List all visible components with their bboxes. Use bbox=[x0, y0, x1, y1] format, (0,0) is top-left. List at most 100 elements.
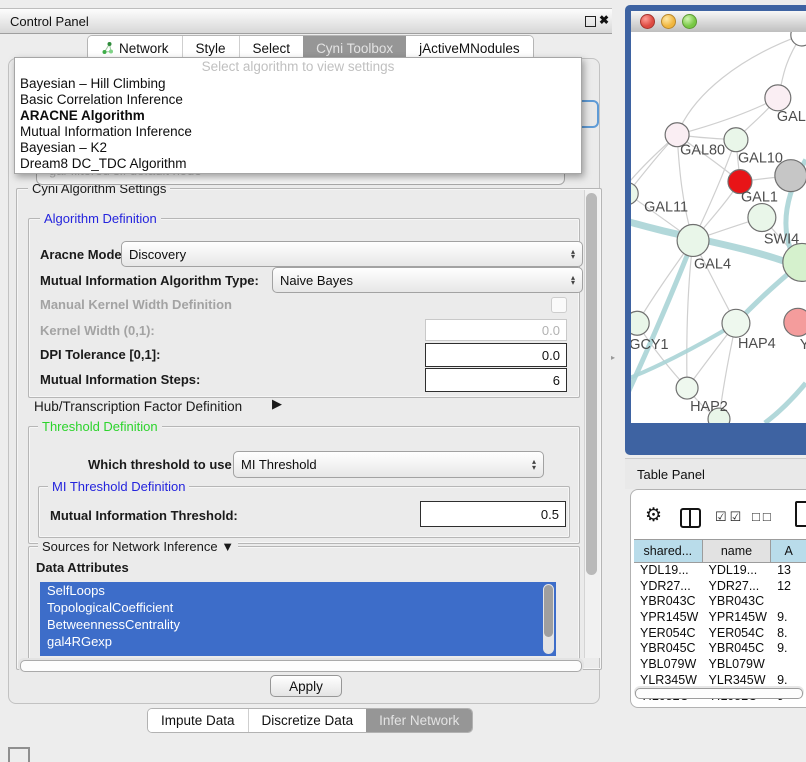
zoom-traffic-light-icon[interactable] bbox=[682, 14, 697, 29]
collapsed-panel-icon[interactable] bbox=[8, 747, 30, 762]
gear-icon[interactable]: ⚙ bbox=[645, 504, 662, 527]
combo-spinner-icon: ▴▾ bbox=[532, 459, 536, 470]
algorithm-option-bayesian-k2[interactable]: Bayesian – K2 bbox=[15, 140, 581, 156]
table-row[interactable]: YBR043CYBR043C bbox=[634, 594, 806, 610]
settings-vscrollbar-thumb[interactable] bbox=[586, 193, 597, 575]
combo-spinner-icon: ▴▾ bbox=[571, 275, 575, 286]
table-cell bbox=[771, 657, 806, 673]
table-cell: YPR145W bbox=[703, 610, 772, 626]
node-label: SWI4 bbox=[764, 231, 799, 247]
attribute-item-betweennesscentrality[interactable]: BetweennessCentrality bbox=[40, 616, 556, 633]
table-panel-title: Table Panel bbox=[637, 467, 705, 482]
algorithm-option-bayesian-hill-climbing[interactable]: Bayesian – Hill Climbing bbox=[15, 76, 581, 92]
table-cell: 8. bbox=[771, 626, 806, 642]
table-row[interactable]: YBL079WYBL079W bbox=[634, 657, 806, 673]
algorithm-option-mutual-information-inference[interactable]: Mutual Information Inference bbox=[15, 124, 581, 140]
network-node-gal4[interactable] bbox=[677, 225, 709, 257]
dpi-tolerance-label: DPI Tolerance [0,1]: bbox=[40, 347, 160, 362]
splitter-handle[interactable]: ▸ bbox=[611, 353, 615, 362]
algorithm-dropdown-popup: Select algorithm to view settings Bayesi… bbox=[14, 57, 582, 174]
which-threshold-value: MI Threshold bbox=[241, 457, 317, 472]
network-node-gal[interactable] bbox=[765, 85, 791, 111]
combo-spinner-icon: ▴▾ bbox=[571, 249, 575, 260]
table-cell: YER054C bbox=[703, 626, 772, 642]
column-header-a[interactable]: A bbox=[771, 540, 806, 562]
node-label: GAL11 bbox=[644, 200, 688, 216]
attribute-item-topologicalcoefficient[interactable]: TopologicalCoefficient bbox=[40, 599, 556, 616]
data-attributes-list: SelfLoopsTopologicalCoefficientBetweenne… bbox=[40, 582, 556, 656]
hub-expand-arrow-icon[interactable]: ▶ bbox=[272, 396, 282, 412]
table-cell: YBL079W bbox=[634, 657, 703, 673]
minimize-traffic-light-icon[interactable] bbox=[661, 14, 676, 29]
tab-label: Select bbox=[253, 41, 291, 56]
algorithm-option-aracne-algorithm[interactable]: ARACNE Algorithm bbox=[15, 108, 581, 124]
table-row[interactable]: YDR27...YDR27...12 bbox=[634, 579, 806, 595]
table-row[interactable]: YPR145WYPR145W9. bbox=[634, 610, 806, 626]
algorithm-definition-title: Algorithm Definition bbox=[40, 211, 161, 226]
node-label: GAL80 bbox=[680, 143, 725, 159]
tab-infer-network[interactable]: Infer Network bbox=[366, 709, 472, 732]
float-window-icon[interactable] bbox=[585, 16, 596, 27]
apply-button[interactable]: Apply bbox=[270, 675, 342, 697]
kernel-width-label: Kernel Width (0,1): bbox=[40, 323, 155, 338]
aracne-mode-label: Aracne Mode: bbox=[40, 247, 126, 262]
new-table-icon[interactable] bbox=[795, 501, 806, 527]
column-header-shared[interactable]: shared... bbox=[634, 540, 703, 562]
tab-label: Style bbox=[196, 41, 226, 56]
table-cell: YBR043C bbox=[634, 594, 703, 610]
mi-steps-field[interactable] bbox=[425, 368, 567, 392]
network-canvas[interactable]: GALGAL80GAL10GAL1GAL11SWI4GAL4GCY1HAP4YH… bbox=[631, 32, 806, 423]
network-node-gcy1[interactable] bbox=[631, 311, 649, 335]
kernel-width-field[interactable] bbox=[425, 319, 567, 341]
node-table: shared...nameA YDL19...YDL19...13YDR27..… bbox=[634, 539, 806, 704]
tab-impute-data[interactable]: Impute Data bbox=[148, 709, 248, 732]
network-node-gal11[interactable] bbox=[631, 183, 638, 205]
close-traffic-light-icon[interactable] bbox=[640, 14, 655, 29]
mi-algorithm-type-value: Naive Bayes bbox=[280, 273, 353, 288]
sources-group-title: Sources for Network Inference ▼ bbox=[38, 539, 238, 554]
network-node-hap2[interactable] bbox=[676, 377, 698, 399]
threshold-definition-title: Threshold Definition bbox=[38, 419, 162, 434]
table-row[interactable]: YER054CYER054C8. bbox=[634, 626, 806, 642]
mi-threshold-field[interactable] bbox=[420, 501, 566, 527]
manual-kernel-width-label: Manual Kernel Width Definition bbox=[40, 297, 232, 312]
dpi-tolerance-field[interactable] bbox=[425, 343, 567, 367]
control-panel-titlebar: Control Panel ✖ bbox=[0, 8, 612, 34]
table-cell: YBR045C bbox=[703, 641, 772, 657]
network-node[interactable] bbox=[791, 32, 806, 46]
table-row[interactable]: YDL19...YDL19...13 bbox=[634, 563, 806, 579]
manual-kernel-width-checkbox[interactable] bbox=[551, 297, 567, 313]
which-threshold-combo[interactable]: MI Threshold ▴▾ bbox=[233, 451, 544, 478]
algorithm-options-list: Bayesian – Hill ClimbingBasic Correlatio… bbox=[15, 76, 581, 172]
algorithm-option-dream8-dc-tdc-algorithm[interactable]: Dream8 DC_TDC Algorithm bbox=[15, 156, 581, 172]
settings-hscrollbar-thumb[interactable] bbox=[20, 660, 582, 672]
algorithm-option-basic-correlation-inference[interactable]: Basic Correlation Inference bbox=[15, 92, 581, 108]
column-view-icon[interactable] bbox=[680, 508, 701, 528]
network-node-y[interactable] bbox=[784, 308, 806, 336]
tab-label: Infer Network bbox=[379, 713, 459, 728]
show-columns-icon[interactable]: ☑☑ bbox=[715, 509, 744, 525]
column-header-name[interactable]: name bbox=[703, 540, 772, 562]
network-node-hap4[interactable] bbox=[722, 309, 750, 337]
mi-algorithm-type-combo[interactable]: Naive Bayes ▴▾ bbox=[272, 267, 583, 293]
tab-label: Network bbox=[119, 41, 169, 56]
aracne-mode-combo[interactable]: Discovery ▴▾ bbox=[121, 241, 583, 267]
close-icon[interactable]: ✖ bbox=[597, 13, 611, 27]
screen: Control Panel ✖ NetworkStyleSelectCyni T… bbox=[0, 0, 806, 762]
mi-threshold-definition-title: MI Threshold Definition bbox=[48, 479, 189, 494]
table-cell: YDR27... bbox=[634, 579, 703, 595]
table-cell: YDR27... bbox=[703, 579, 772, 595]
hide-columns-icon[interactable]: □□ bbox=[752, 509, 774, 524]
network-node-swi4[interactable] bbox=[748, 204, 776, 232]
attribute-item-gal4rgexp[interactable]: gal4RGexp bbox=[40, 633, 556, 650]
network-icon bbox=[101, 41, 114, 55]
table-cell: YPR145W bbox=[634, 610, 703, 626]
network-node-gal10[interactable] bbox=[724, 128, 748, 152]
tab-discretize-data[interactable]: Discretize Data bbox=[248, 709, 367, 732]
attributes-scrollbar-thumb[interactable] bbox=[544, 585, 553, 637]
table-row[interactable]: YBR045CYBR045C9. bbox=[634, 641, 806, 657]
attribute-item-selfloops[interactable]: SelfLoops bbox=[40, 582, 556, 599]
network-edge-highlighted bbox=[765, 383, 806, 423]
sources-collapse-arrow-icon[interactable]: ▼ bbox=[221, 539, 234, 554]
table-hscrollbar-thumb[interactable] bbox=[635, 688, 803, 699]
